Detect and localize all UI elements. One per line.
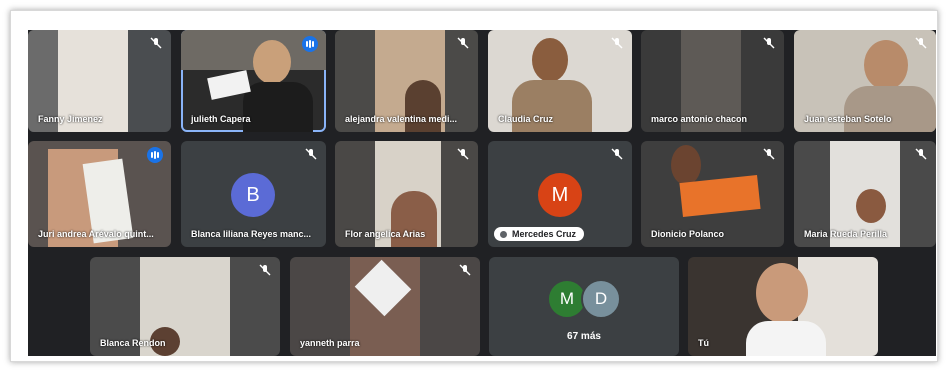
participant-name: Juan esteban Sotelo: [804, 114, 892, 124]
mic-off-icon: [258, 263, 272, 277]
participant-tile-self[interactable]: Tú: [688, 257, 878, 356]
participant-tile-dionicio-polanco[interactable]: Dionicio Polanco: [641, 141, 784, 247]
mic-off-icon: [458, 263, 472, 277]
participant-tile-julieth-capera[interactable]: julieth Capera: [181, 30, 326, 132]
participant-name: julieth Capera: [191, 114, 251, 124]
mic-off-icon: [456, 147, 470, 161]
audio-level-icon: [147, 147, 163, 163]
participant-tile-juan-esteban-sotelo[interactable]: Juan esteban Sotelo: [794, 30, 936, 132]
video-person: [532, 38, 568, 82]
participant-name: alejandra valentina medi...: [345, 114, 458, 124]
participant-tile-mercedes-cruz[interactable]: M Mercedes Cruz: [488, 141, 632, 247]
mic-off-icon: [610, 147, 624, 161]
participant-name: yanneth parra: [300, 338, 360, 348]
video-person: [864, 40, 908, 90]
video-person: [844, 86, 936, 132]
name-chip: Mercedes Cruz: [494, 227, 585, 241]
participant-name: Juri andrea Arévalo quint...: [38, 229, 154, 239]
participant-name: Claudia Cruz: [498, 114, 554, 124]
meeting-grid: Fanny Jimenez julieth Capera alejandra v…: [28, 30, 936, 356]
participant-name: Fanny Jimenez: [38, 114, 103, 124]
paper-craft: [679, 175, 761, 217]
video-person: [671, 145, 701, 185]
video-person: [253, 40, 291, 84]
video-person: [746, 321, 826, 356]
video-person: [512, 80, 592, 132]
participant-name: marco antonio chacon: [651, 114, 748, 124]
participant-tile-flor-angelica-arias[interactable]: Flor angelica Arias: [335, 141, 478, 247]
audio-level-icon: [302, 36, 318, 52]
mic-off-icon: [914, 147, 928, 161]
participant-name: Blanca Rendon: [100, 338, 166, 348]
video-person: [243, 82, 313, 132]
participant-tile-claudia-cruz[interactable]: Claudia Cruz: [488, 30, 632, 132]
mic-off-icon: [149, 36, 163, 50]
mic-off-icon: [914, 36, 928, 50]
overflow-count: 67 más: [567, 331, 601, 342]
participant-name: Maria Rueda Perilla: [804, 229, 888, 239]
participant-tile-fanny-jimenez[interactable]: Fanny Jimenez: [28, 30, 171, 132]
participant-name: Flor angelica Arias: [345, 229, 426, 239]
avatar: D: [581, 279, 621, 319]
participant-tile-juri-andrea[interactable]: Juri andrea Arévalo quint...: [28, 141, 171, 247]
mic-off-icon: [456, 36, 470, 50]
avatar: M: [538, 173, 582, 217]
video-person: [756, 263, 808, 323]
participant-tile-maria-rueda-perilla[interactable]: Maria Rueda Perilla: [794, 141, 936, 247]
participant-tile-yanneth-parra[interactable]: yanneth parra: [290, 257, 480, 356]
mic-off-icon: [762, 147, 776, 161]
avatar: B: [231, 173, 275, 217]
participant-tile-blanca-rendon[interactable]: Blanca Rendon: [90, 257, 280, 356]
mic-off-icon: [500, 231, 507, 238]
participant-name: Dionicio Polanco: [651, 229, 725, 239]
participant-tile-marco-antonio-chacon[interactable]: marco antonio chacon: [641, 30, 784, 132]
participant-name: Blanca liliana Reyes manc...: [191, 229, 312, 239]
mic-off-icon: [304, 147, 318, 161]
overflow-participants-tile[interactable]: M D 67 más: [489, 257, 679, 356]
participant-name: Tú: [698, 338, 709, 348]
video-person: [405, 80, 441, 132]
participant-tile-blanca-liliana[interactable]: B Blanca liliana Reyes manc...: [181, 141, 326, 247]
participant-tile-alejandra-valentina[interactable]: alejandra valentina medi...: [335, 30, 478, 132]
mic-off-icon: [610, 36, 624, 50]
participant-name: Mercedes Cruz: [512, 229, 577, 239]
video-person: [856, 189, 886, 223]
mic-off-icon: [762, 36, 776, 50]
